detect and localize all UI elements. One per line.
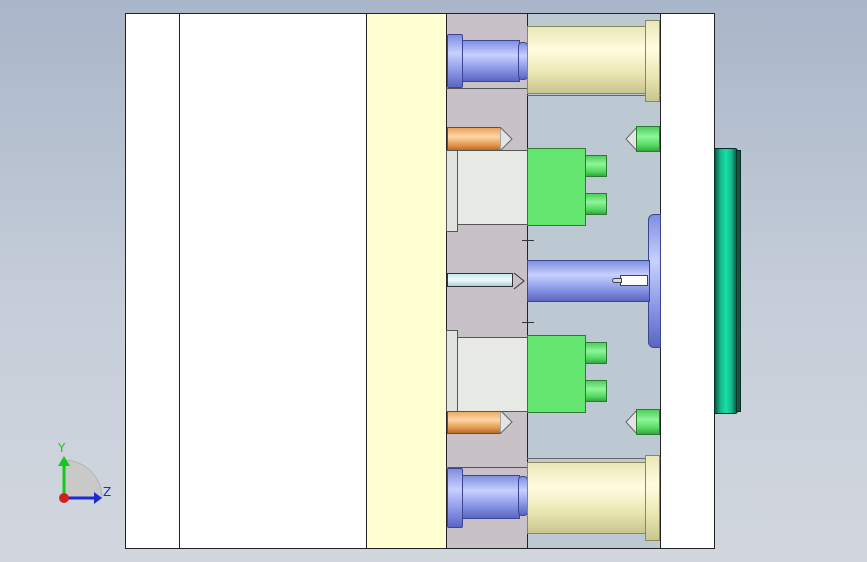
locating-ring-lip: [736, 150, 741, 412]
y-axis-label: Y: [58, 441, 66, 455]
plate-white-right: [660, 13, 715, 549]
sprue-tip: [612, 278, 622, 283]
parting-mark-top: [522, 240, 534, 241]
screw-top: [447, 127, 501, 151]
core-insert-top-lip: [446, 150, 458, 232]
parting-mark-bottom: [522, 322, 534, 323]
guide-pin-bottom-head: [645, 455, 660, 541]
mauve-divider-top: [446, 88, 528, 89]
plate-white-large: [179, 13, 367, 549]
cavity-block-bottom: [527, 335, 586, 413]
core-insert-bottom: [455, 337, 528, 412]
sprue-hole: [620, 275, 648, 286]
screw-bottom-tip-icon: [500, 410, 513, 434]
green-screw-bottom: [636, 409, 660, 435]
screw-bottom: [447, 410, 501, 434]
screw-top-tip-icon: [500, 127, 513, 151]
cavity-pin-top-2: [585, 193, 607, 215]
guide-bushing-bottom: [462, 475, 520, 519]
lightblue-divider-top: [527, 95, 661, 96]
plate-yellow: [366, 13, 447, 549]
z-axis-label: Z: [103, 485, 112, 499]
guide-bushing-top: [462, 40, 520, 82]
guide-pin-bottom: [527, 462, 647, 534]
core-insert-top: [455, 150, 528, 225]
core-insert-bottom-lip: [446, 330, 458, 412]
plate-white-left: [125, 13, 180, 549]
guide-pin-top: [527, 26, 647, 94]
lightblue-divider-bottom: [527, 458, 661, 459]
guide-pin-top-head: [645, 20, 660, 102]
guide-bushing-top-flange: [447, 34, 463, 88]
green-screw-top: [636, 126, 660, 152]
cavity-block-top: [527, 148, 586, 226]
cavity-pin-top-1: [585, 155, 607, 177]
locating-ring: [714, 148, 738, 414]
x-axis-dot: [59, 493, 69, 503]
axis-triad: [58, 456, 103, 504]
runner-tip-icon: [513, 272, 525, 290]
cavity-pin-bottom-1: [585, 342, 607, 364]
cavity-pin-bottom-2: [585, 380, 607, 402]
guide-bushing-bottom-flange: [447, 468, 463, 528]
runner-channel: [447, 273, 513, 287]
